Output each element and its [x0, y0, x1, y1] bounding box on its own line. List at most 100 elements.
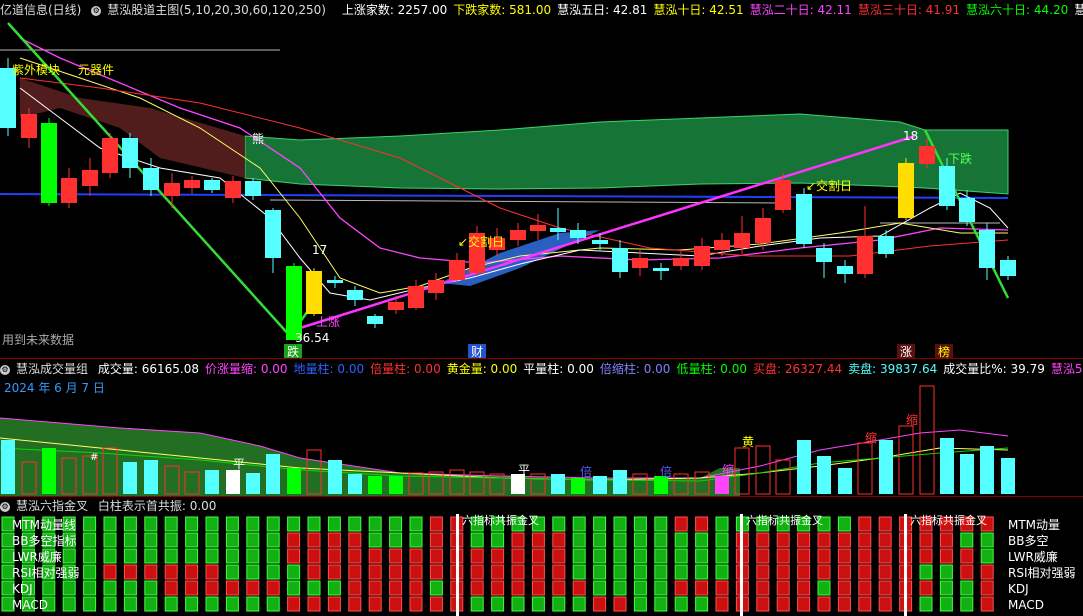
signal-cell-red [205, 580, 219, 596]
signal-gear-icon[interactable]: ⚙ [0, 501, 10, 512]
signal-cell-red [919, 580, 933, 596]
signal-cell-red [837, 596, 851, 612]
signal-indicator-name[interactable]: 慧泓六指金叉 [16, 499, 88, 513]
volume-value-item: 成交量比%: 39.79 [943, 362, 1045, 376]
candle-body [388, 302, 404, 310]
signal-cell-green [327, 580, 341, 596]
signal-cell-green [185, 516, 199, 532]
signal-cell-green [225, 564, 239, 580]
signal-cell-red [185, 580, 199, 596]
vol-mark-suo: 缩 [906, 412, 918, 427]
signal-cell-green [552, 596, 566, 612]
signal-cell-red [429, 532, 443, 548]
signal-cell-red [266, 580, 280, 596]
candle-body [265, 210, 281, 258]
vol-mark-suo: 缩 [865, 430, 877, 445]
green-cloud-band [244, 113, 1009, 195]
signal-cell-green [817, 580, 831, 596]
signal-cell-red [287, 548, 301, 564]
main-value-item: 慧泓二十日: 42.11 [749, 3, 852, 17]
signal-cell-red [858, 532, 872, 548]
candle-body [530, 225, 546, 231]
signal-cell-green [225, 548, 239, 564]
bear-label: 熊 [252, 131, 264, 146]
signal-cell-red [123, 564, 137, 580]
signal-cell-red [225, 580, 239, 596]
signal-cell-red [797, 564, 811, 580]
volume-bar [879, 440, 893, 494]
signal-row-label-right: KDJ [1008, 582, 1029, 596]
signal-cell-green [572, 548, 586, 564]
signal-cell-green [144, 580, 158, 596]
candle-body [775, 180, 791, 210]
signal-cell-red [348, 548, 362, 564]
candle-body [245, 181, 261, 196]
volume-bar [857, 442, 873, 495]
candle-body [143, 168, 159, 190]
signal-cell-green [266, 532, 280, 548]
main-indicator-name[interactable]: 慧泓股道主图(5,10,20,30,60,120,250) [107, 3, 326, 17]
signal-cell-red [797, 596, 811, 612]
candle-body [694, 246, 710, 266]
signal-cell-green [62, 596, 76, 612]
signal-cell-green [205, 596, 219, 612]
signal-row-label-left: MACD [12, 598, 48, 612]
signal-cell-green [633, 548, 647, 564]
signal-cell-red [817, 548, 831, 564]
signal-cell-green [62, 580, 76, 596]
signal-grid[interactable]: MTM动量线 MTM动量BB多空指标 BB多空LWR威廉 LWR威廉RSI相对强弱 RS… [0, 514, 1083, 616]
signal-cell-red [429, 564, 443, 580]
vol-mark-bei: 倍 [660, 464, 672, 479]
volume-gear-icon[interactable]: ⚙ [0, 364, 10, 375]
signal-cell-red [307, 548, 321, 564]
signal-cell-green [164, 516, 178, 532]
signal-cell-green [144, 516, 158, 532]
signal-cell-green [919, 596, 933, 612]
indicator-gear-icon[interactable]: ⚙ 慧泓股道主图(5,10,20,30,60,120,250) [91, 3, 332, 17]
signal-cell-red [531, 548, 545, 564]
volume-bar [919, 385, 935, 495]
signal-cell-green [613, 548, 627, 564]
volume-bar [266, 454, 280, 494]
volume-value-item: 成交量: 66165.08 [97, 362, 199, 376]
signal-cell-red [531, 580, 545, 596]
signal-cell-red [327, 564, 341, 580]
signal-cell-green [327, 516, 341, 532]
signal-cell-green [83, 596, 97, 612]
vol-mark-suo: 缩 [722, 462, 734, 477]
signal-cell-green [633, 580, 647, 596]
stock-title[interactable]: 亿道信息(日线) [0, 3, 81, 17]
signal-cell-red [878, 532, 892, 548]
signal-cell-red [491, 564, 505, 580]
signal-cell-green [103, 516, 117, 532]
signal-cell-red [287, 596, 301, 612]
signal-cell-green [593, 564, 607, 580]
module-label: 紫外模块 [12, 63, 60, 77]
signal-cell-green [225, 516, 239, 532]
volume-bar [511, 474, 525, 494]
candle-body [898, 163, 914, 218]
signal-cell-green [348, 516, 362, 532]
candle-body [570, 230, 586, 238]
signal-cell-red [878, 516, 892, 532]
signal-cell-red [185, 564, 199, 580]
signal-cell-green [531, 596, 545, 612]
signal-cell-green [83, 548, 97, 564]
signal-cell-red [327, 548, 341, 564]
volume-indicator-name[interactable]: 慧泓成交量组 [16, 362, 88, 376]
main-price-chart[interactable]: 紫外模块 元器件熊 18 下跌 ↙交割日 ↙交割日 17 上涨 36.54 用到未来数据跌 财 涨 榜 [0, 18, 1083, 358]
volume-value-item: 买盘: 26327.44 [753, 362, 843, 376]
rise-label: 上涨 [316, 314, 340, 329]
signal-cell-red [511, 548, 525, 564]
signal-cell-red [715, 580, 729, 596]
volume-chart[interactable]: # 平平倍倍黄缩缩缩 [0, 378, 1083, 496]
signal-cell-red [511, 564, 525, 580]
candle-body [408, 286, 424, 308]
signal-cell-green [613, 564, 627, 580]
signal-cell-red [878, 596, 892, 612]
candle-body [550, 228, 566, 232]
vol-mark-bei: 倍 [580, 464, 592, 479]
signal-cell-red [307, 596, 321, 612]
volume-bar [960, 454, 974, 494]
signal-cell-green [307, 516, 321, 532]
